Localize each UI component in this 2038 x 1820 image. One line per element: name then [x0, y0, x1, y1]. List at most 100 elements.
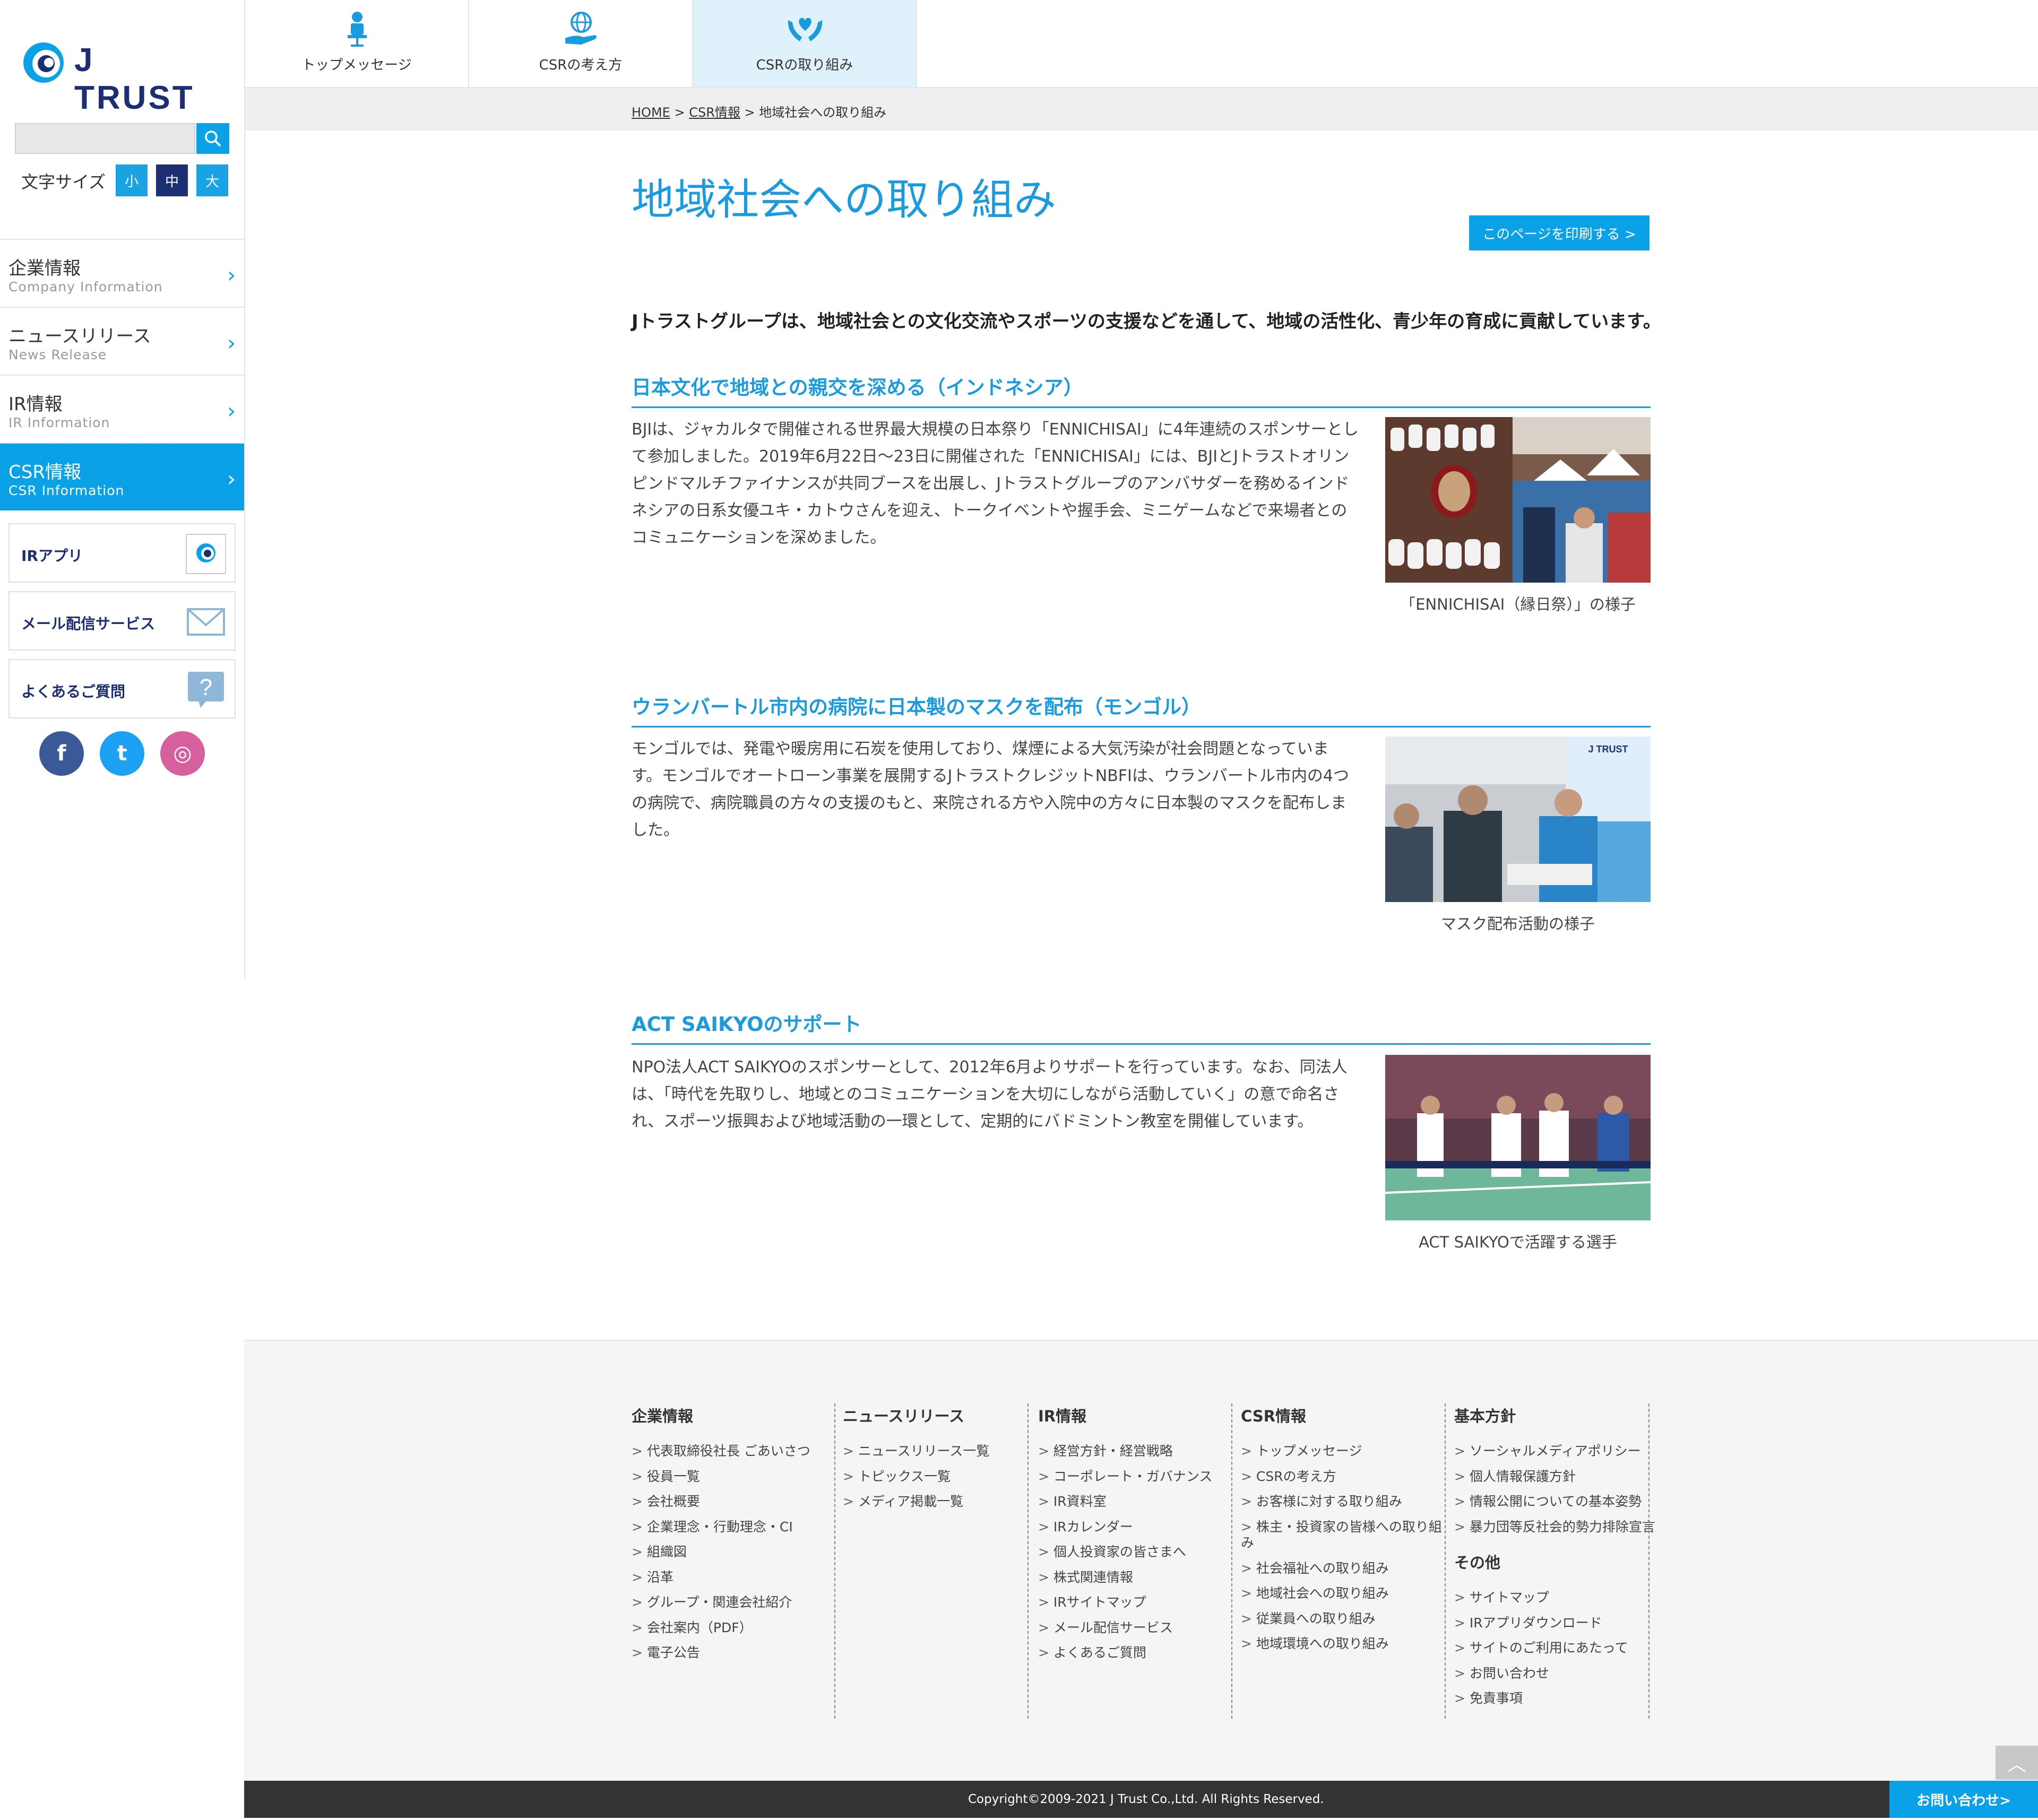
twitter-icon[interactable]: t [100, 731, 144, 776]
footer-link[interactable]: 情報公開についての基本姿勢 [1454, 1494, 1656, 1519]
mask-distribution-photo: J TRUST [1385, 736, 1651, 902]
footer-link[interactable]: メディア掲載一覧 [843, 1494, 989, 1519]
footer-link[interactable]: 企業理念・行動理念・CI [632, 1519, 810, 1545]
breadcrumb-current: 地域社会への取り組み [759, 105, 887, 120]
footer-link[interactable]: 沿革 [632, 1570, 810, 1595]
print-page-button[interactable]: このページを印刷する > [1469, 215, 1650, 250]
font-size-medium-button[interactable]: 中 [156, 164, 188, 196]
footer-link[interactable]: 個人情報保護方針 [1454, 1469, 1656, 1494]
sidebar-item-label: ニュースリリース [8, 326, 151, 347]
mail-service-label: メール配信サービス [21, 615, 156, 632]
sidebar-item-label: IR情報 [8, 394, 63, 415]
ir-app-button[interactable]: IRアプリ [8, 523, 236, 583]
breadcrumb-home-link[interactable]: HOME [632, 105, 670, 120]
footer-link[interactable]: 電子公告 [632, 1645, 810, 1670]
footer-link[interactable]: コーポレート・ガバナンス [1038, 1469, 1213, 1494]
heart-hands-icon [788, 18, 823, 41]
breadcrumb: HOME > CSR情報 > 地域社会への取り組み [632, 102, 886, 120]
sidebar-item-sublabel: CSR Information [8, 483, 125, 498]
footer-link[interactable]: 代表取締役社長 ごあいさつ [632, 1443, 810, 1469]
person-chair-icon [348, 12, 367, 47]
sidebar-item-news[interactable]: ニュースリリース News Release › [0, 307, 244, 375]
intro-text: Jトラストグループは、地域社会との文化交流やスポーツの支援などを通して、地域の活… [632, 311, 1661, 332]
footer-link[interactable]: IRアプリダウンロード [1454, 1615, 1656, 1641]
footer-link[interactable]: 会社概要 [632, 1494, 810, 1519]
section-body-indonesia: BJIは、ジャカルタで開催される世界最大規模の日本祭り「ENNICHISAI」に… [632, 420, 1359, 547]
footer-link[interactable]: IRカレンダー [1038, 1519, 1212, 1545]
sidebar-item-ir[interactable]: IR情報 IR Information › [0, 375, 244, 443]
globe-hand-icon [565, 12, 597, 45]
footer-link[interactable]: ニュースリリース一覧 [843, 1443, 990, 1469]
footer-link[interactable]: 株主・投資家の皆様への取り組み [1241, 1519, 1443, 1561]
search-input[interactable] [15, 123, 195, 154]
footer-link[interactable]: 組織図 [632, 1544, 810, 1570]
footer-link[interactable]: IRサイトマップ [1038, 1594, 1212, 1620]
footer-column-ir: IR情報 経営方針・経営戦略 コーポレート・ガバナンス IR資料室 IRカレンダ… [1038, 1404, 1212, 1670]
footer-link[interactable]: 地域環境への取り組み [1241, 1636, 1443, 1661]
tab-top-message[interactable]: トップメッセージ [245, 0, 469, 87]
section-body-mongolia: モンゴルでは、発電や暖房用に石炭を使用しており、煤煙による大気汚染が社会問題とな… [632, 740, 1349, 839]
site-logo[interactable]: J TRUST [21, 37, 223, 116]
footer-link[interactable]: 会社案内（PDF） [632, 1620, 810, 1645]
breadcrumb-separator: > [744, 105, 755, 120]
footer-link[interactable]: メール配信サービス [1038, 1620, 1212, 1645]
footer-link[interactable]: 社会福祉への取り組み [1241, 1561, 1443, 1586]
footer-link[interactable]: 地域社会への取り組み [1241, 1585, 1443, 1611]
section-heading-indonesia: 日本文化で地域との親交を深める（インドネシア） [632, 371, 1651, 408]
sidebar-item-company[interactable]: 企業情報 Company Information › [0, 239, 244, 307]
copyright-bar: Copyright©2009-2021 J Trust Co.,Ltd. All… [244, 1781, 2038, 1818]
section-heading-mongolia: ウランバートル市内の病院に日本製のマスクを配布（モンゴル） [632, 691, 1651, 727]
footer-link[interactable]: 従業員への取り組み [1241, 1611, 1443, 1636]
footer-link[interactable]: お客様に対する取り組み [1241, 1494, 1443, 1519]
search-button[interactable] [196, 123, 229, 154]
footer-link[interactable]: 株式関連情報 [1038, 1570, 1212, 1595]
footer-link[interactable]: よくあるご質問 [1038, 1645, 1212, 1670]
footer-link[interactable]: グループ・関連会社紹介 [632, 1594, 810, 1620]
contact-button[interactable]: お問い合わせ> [1889, 1781, 2038, 1818]
back-to-top-button[interactable]: ︿ [1996, 1746, 2038, 1780]
footer-link[interactable]: サイトマップ [1454, 1590, 1656, 1615]
faq-button[interactable]: よくあるご質問 ? [8, 659, 236, 718]
mail-service-button[interactable]: メール配信サービス [8, 591, 236, 651]
ennichisai-photo [1385, 417, 1651, 583]
breadcrumb-csr-link[interactable]: CSR情報 [689, 105, 740, 120]
footer-link[interactable]: サイトのご利用にあたって [1454, 1640, 1656, 1666]
footer-link[interactable]: お問い合わせ [1454, 1666, 1656, 1691]
font-size-small-button[interactable]: 小 [116, 164, 148, 196]
faq-label: よくあるご質問 [21, 683, 126, 700]
footer-column-heading: 企業情報 [632, 1407, 694, 1425]
mask-distribution-caption: マスク配布活動の様子 [1440, 915, 1595, 933]
footer-divider [1027, 1403, 1029, 1719]
footer-link[interactable]: 役員一覧 [632, 1469, 810, 1494]
footer-divider [1648, 1403, 1650, 1719]
footer-link[interactable]: 暴力団等反社会的勢力排除宣言 [1454, 1519, 1656, 1545]
footer-link[interactable]: IR資料室 [1038, 1494, 1212, 1519]
footer-link[interactable]: 免責事項 [1454, 1691, 1656, 1716]
chevron-right-icon: › [227, 263, 236, 288]
footer-link[interactable]: トピックス一覧 [843, 1469, 989, 1494]
instagram-icon[interactable]: ◎ [160, 731, 205, 776]
section-heading-act-saikyo: ACT SAIKYOのサポート [632, 1008, 1651, 1045]
tab-label: CSRの考え方 [539, 57, 623, 73]
svg-text:?: ? [200, 674, 212, 700]
footer-column-csr: CSR情報 トップメッセージ CSRの考え方 お客様に対する取り組み 株主・投資… [1241, 1404, 1443, 1661]
footer-link[interactable]: CSRの考え方 [1241, 1469, 1443, 1494]
footer-link[interactable]: 経営方針・経営戦略 [1038, 1443, 1212, 1469]
badminton-photo [1385, 1055, 1651, 1220]
footer-column-company: 企業情報 代表取締役社長 ごあいさつ 役員一覧 会社概要 企業理念・行動理念・C… [632, 1404, 810, 1670]
tab-csr-concept[interactable]: CSRの考え方 [469, 0, 693, 87]
search-icon [205, 131, 221, 147]
tab-csr-initiatives[interactable]: CSRの取り組み [693, 0, 917, 87]
footer-column-heading: 基本方針 [1454, 1407, 1516, 1425]
page-title: 地域社会への取り組み [632, 175, 1056, 224]
facebook-icon[interactable]: f [39, 731, 84, 776]
jtrust-app-icon [186, 534, 226, 574]
font-size-large-button[interactable]: 大 [196, 164, 228, 196]
footer-link[interactable]: 個人投資家の皆さまへ [1038, 1544, 1212, 1570]
chevron-right-icon: › [227, 399, 236, 423]
sidebar-item-csr[interactable]: CSR情報 CSR Information › [0, 443, 244, 510]
chevron-right-icon: › [227, 331, 236, 356]
ennichisai-caption: 「ENNICHISAI（縁日祭）」の様子 [1400, 595, 1636, 613]
footer-link[interactable]: トップメッセージ [1241, 1443, 1443, 1469]
footer-link[interactable]: ソーシャルメディアポリシー [1454, 1443, 1656, 1469]
